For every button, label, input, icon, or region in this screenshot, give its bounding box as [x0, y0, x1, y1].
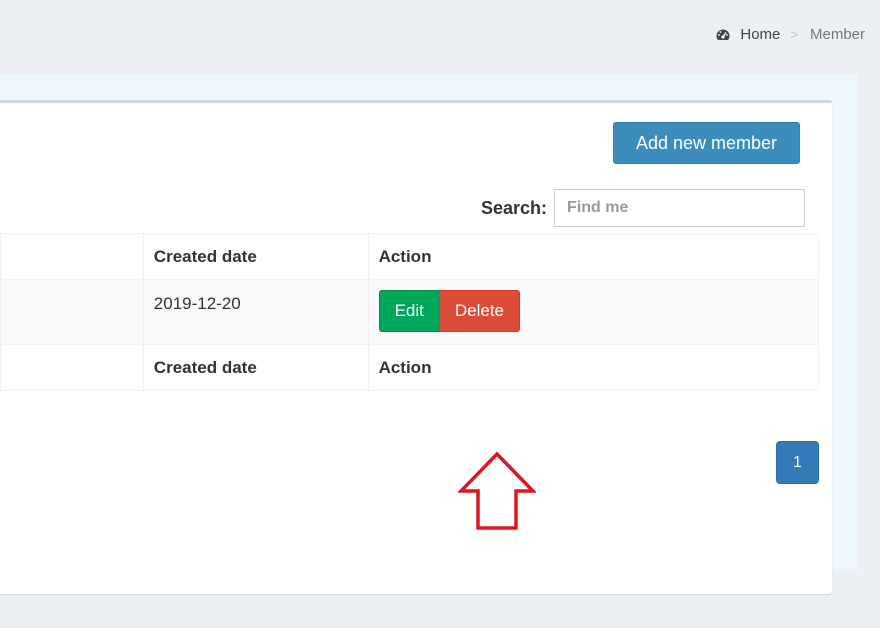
search-area: Search:	[481, 189, 806, 227]
footer-column-action: Action	[367, 344, 820, 391]
footer-column-created-date: Created date	[142, 344, 369, 391]
edit-button[interactable]: Edit	[378, 290, 440, 332]
breadcrumb-separator: >	[790, 27, 798, 42]
breadcrumb-current: Member	[809, 26, 865, 43]
breadcrumb-home-link[interactable]: Home	[740, 26, 780, 43]
up-arrow-icon	[458, 451, 536, 530]
delete-button[interactable]: Delete	[438, 290, 520, 332]
table-footer-row: Created date Action	[0, 344, 820, 391]
column-header-created-date[interactable]: Created date	[142, 233, 369, 280]
add-new-member-button[interactable]: Add new member	[613, 122, 800, 164]
created-date-cell: 2019-12-20	[142, 279, 369, 345]
breadcrumb: Home > Member	[715, 26, 865, 43]
footer-column	[0, 344, 144, 391]
search-input[interactable]	[554, 189, 806, 227]
members-table: Created date Action 2019-12-20 Edit Delet…	[0, 233, 820, 391]
pagination-page-1[interactable]: 1	[776, 441, 819, 484]
column-header[interactable]	[0, 233, 144, 280]
table-cell	[0, 279, 144, 345]
table-header-row: Created date Action	[0, 233, 820, 280]
action-cell: Edit Delete	[367, 279, 820, 345]
table-row: 2019-12-20 Edit Delete	[0, 279, 820, 345]
content-wrapper: Add new member Search: Created date Acti…	[0, 74, 857, 594]
member-box: Add new member Search: Created date Acti…	[0, 100, 832, 594]
dashboard-icon	[716, 29, 730, 40]
search-label: Search:	[481, 197, 548, 218]
column-header-action: Action	[367, 233, 820, 280]
